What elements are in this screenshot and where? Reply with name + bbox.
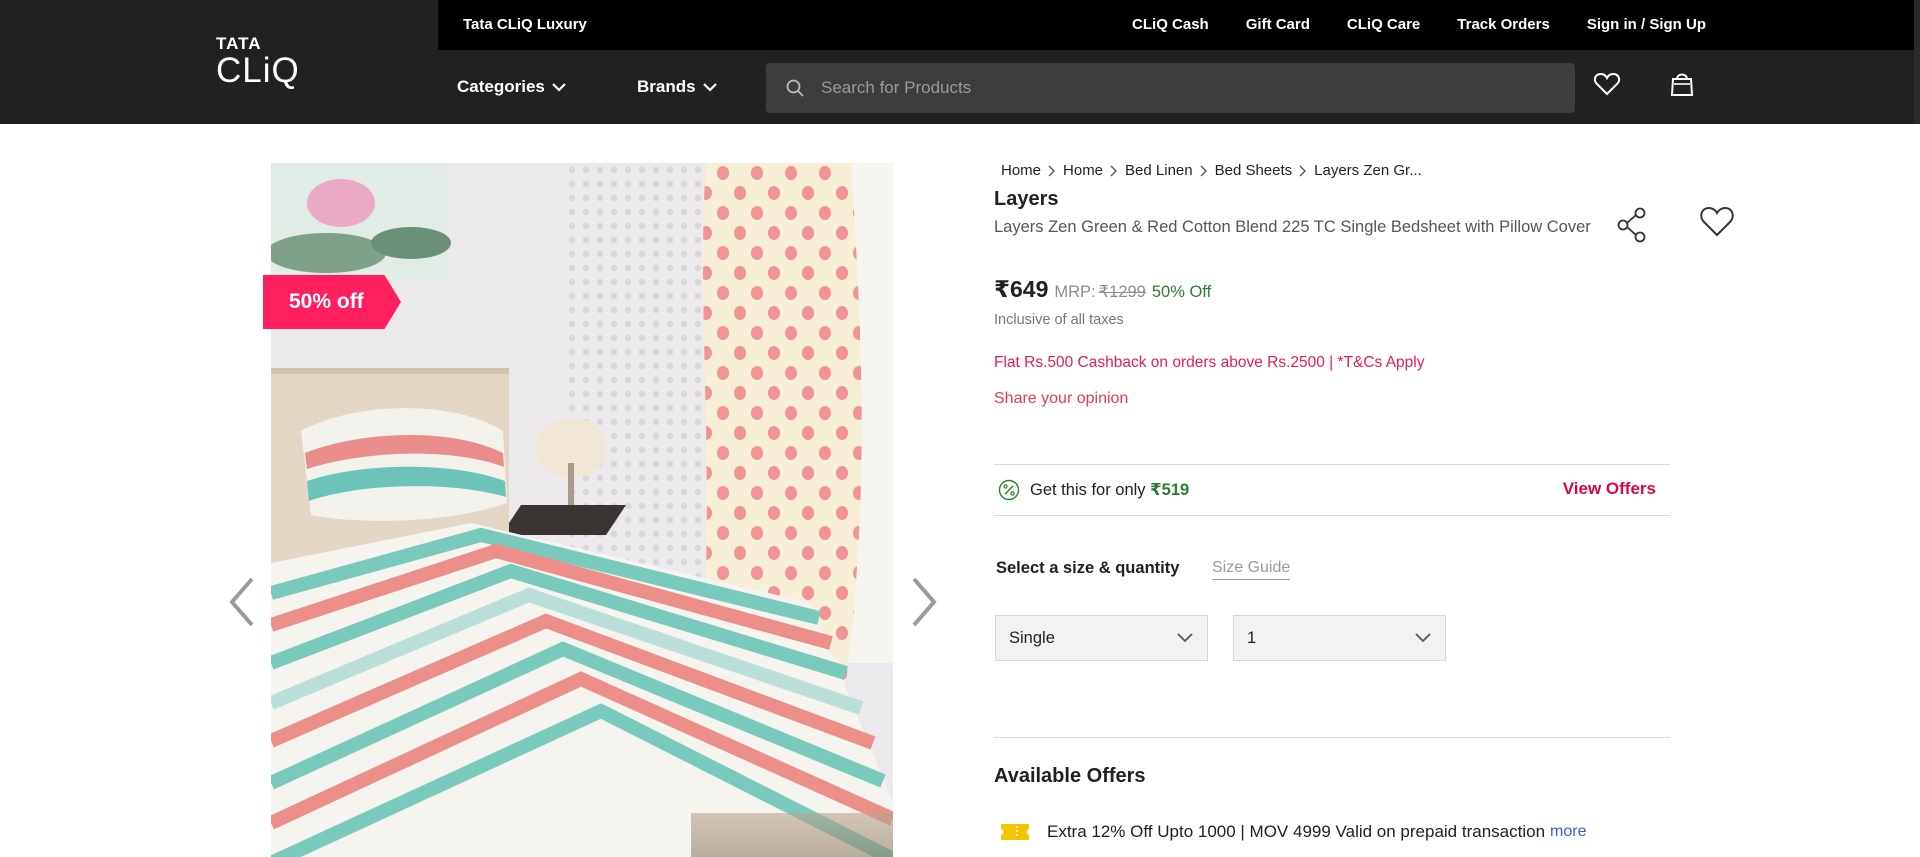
quantity-selected-value: 1 [1247,628,1257,647]
track-orders-link[interactable]: Track Orders [1457,16,1550,33]
previous-image-arrow-icon[interactable] [224,575,260,629]
search-input[interactable] [821,78,1521,98]
product-image[interactable] [271,163,893,857]
breadcrumb-item[interactable]: Bed Linen [1125,162,1193,179]
chevron-down-icon [1177,633,1193,643]
chevron-right-icon [1200,165,1207,176]
cashback-offer[interactable]: Flat Rs.500 Cashback on orders above Rs.… [994,354,1425,372]
cliq-cash-link[interactable]: CLiQ Cash [1132,16,1209,33]
mrp-value: ₹1299 [1098,283,1146,301]
ticket-icon [1001,824,1029,840]
offer-banner[interactable]: Get this for only ₹519 View Offers [994,464,1670,516]
offer-list-item: Extra 12% Off Upto 1000 | MOV 4999 Valid… [999,818,1586,846]
tata-cliq-luxury-link[interactable]: Tata CLiQ Luxury [463,16,587,33]
tata-cliq-logo[interactable]: TATA CLiQ [216,34,300,90]
selling-price: ₹649 [994,276,1049,302]
share-icon[interactable] [1615,206,1649,244]
size-quantity-label: Select a size & quantity [996,559,1180,577]
cliq-care-link[interactable]: CLiQ Care [1347,16,1420,33]
categories-label: Categories [457,77,545,96]
logo-top-text: TATA [216,34,262,53]
gift-card-link[interactable]: Gift Card [1246,16,1310,33]
breadcrumb: Home Home Bed Linen Bed Sheets Layers Ze… [1001,162,1422,179]
available-offers-title: Available Offers [994,765,1146,787]
offer-text-label: Get this for only [1030,481,1146,499]
categories-menu[interactable]: Categories [457,77,567,97]
breadcrumb-item[interactable]: Bed Sheets [1215,162,1293,179]
logo-bottom-text: CLiQ [216,51,300,90]
bedsheet-product-photo [271,163,893,857]
size-select[interactable]: Single [995,615,1208,661]
site-header: TATA CLiQ Tata CLiQ Luxury CLiQ Cash Gif… [0,0,1920,124]
chevron-down-icon [1415,633,1431,643]
section-divider [994,737,1670,738]
offer-item-text: Extra 12% Off Upto 1000 | MOV 4999 Valid… [1047,822,1546,841]
header-top-links: CLiQ Cash Gift Card CLiQ Care Track Orde… [1132,16,1706,33]
size-guide-link[interactable]: Size Guide [1212,559,1291,580]
brands-menu[interactable]: Brands [637,77,718,97]
offer-amount: ₹519 [1150,481,1190,499]
search-icon [786,79,804,97]
mrp-label: MRP: [1054,283,1096,301]
quantity-select[interactable]: 1 [1233,615,1446,661]
view-offers-link[interactable]: View Offers [1563,479,1656,499]
wishlist-heart-icon[interactable] [1699,204,1735,238]
share-opinion-link[interactable]: Share your opinion [994,390,1128,408]
next-image-arrow-icon[interactable] [906,575,942,629]
wishlist-heart-icon[interactable] [1593,70,1621,98]
price-row: ₹649 MRP: ₹1299 50% Off [994,276,1211,303]
chevron-right-icon [1110,165,1118,176]
breadcrumb-item[interactable]: Home [1001,162,1041,179]
chevron-down-icon [702,83,717,92]
discount-badge-icon [998,479,1020,501]
scrollbar[interactable] [1914,0,1920,124]
shopping-bag-icon[interactable] [1668,70,1696,98]
chevron-right-icon [1048,165,1056,176]
breadcrumb-item[interactable]: Layers Zen Gr... [1314,162,1422,179]
offer-banner-text: Get this for only ₹519 [1030,480,1189,500]
product-name: Layers Zen Green & Red Cotton Blend 225 … [994,218,1591,236]
breadcrumb-item[interactable]: Home [1063,162,1103,179]
offer-more-link[interactable]: more [1550,823,1586,841]
search-bar[interactable] [766,63,1575,113]
product-brand[interactable]: Layers [994,188,1059,211]
discount-tag: 50% off [263,275,401,329]
discount-percent: 50% Off [1151,283,1212,301]
size-selected-value: Single [1009,628,1055,647]
brands-label: Brands [637,77,696,96]
sign-in-link[interactable]: Sign in / Sign Up [1587,16,1706,33]
chevron-right-icon [1299,165,1307,176]
chevron-down-icon [552,83,566,92]
tax-note: Inclusive of all taxes [994,312,1124,328]
